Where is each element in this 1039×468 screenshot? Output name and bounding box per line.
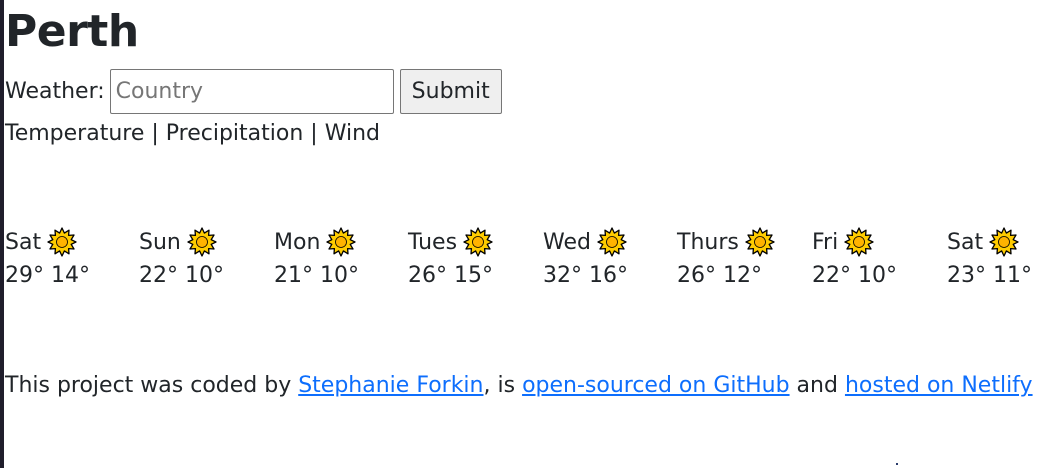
forecast-day: Mon 21° 10°	[274, 226, 404, 292]
submit-button[interactable]: Submit	[399, 69, 502, 114]
units-separator: |	[303, 121, 325, 146]
forecast-day: Sat 29° 14°	[5, 226, 135, 292]
sun-icon	[326, 227, 357, 257]
forecast-min-temp: 15°	[454, 263, 493, 288]
forecast-day: Sun 22° 10°	[139, 226, 269, 292]
footer-prefix: This project was coded by	[5, 373, 299, 398]
forecast-day-label: Sun	[139, 229, 181, 255]
forecast-max-temp: 21°	[274, 263, 313, 288]
forecast-day: Wed 32° 16°	[543, 226, 673, 292]
footer-text: and	[789, 373, 845, 398]
footer-credit: This project was coded by Stephanie Fork…	[5, 370, 1033, 402]
sun-icon	[844, 227, 874, 257]
netlify-link[interactable]: hosted on Netlify	[845, 373, 1033, 398]
forecast-min-temp: 11°	[993, 263, 1032, 288]
sun-icon	[989, 227, 1019, 257]
forecast-day: Thurs 26° 12°	[677, 226, 807, 292]
footer-text: , is	[483, 373, 523, 398]
forecast-max-temp: 29°	[5, 263, 44, 288]
units-nav: Temperature | Precipitation | Wind	[5, 118, 380, 150]
window-left-edge	[0, 0, 4, 468]
sun-icon	[745, 227, 775, 257]
forecast-day-label: Fri	[812, 229, 839, 255]
forecast-day-label: Sat	[947, 229, 984, 255]
github-link[interactable]: open-sourced on GitHub	[522, 373, 790, 398]
units-precipitation[interactable]: Precipitation	[166, 121, 304, 146]
forecast-day: Fri 22° 10°	[812, 226, 942, 292]
forecast-min-temp: 14°	[51, 263, 90, 288]
forecast-max-temp: 26°	[408, 263, 447, 288]
units-wind[interactable]: Wind	[325, 121, 380, 146]
search-form: Weather: Submit	[5, 69, 502, 114]
forecast-max-temp: 32°	[543, 263, 582, 288]
forecast-day-label: Wed	[543, 229, 591, 255]
forecast-min-temp: 16°	[589, 263, 628, 288]
forecast-min-temp: 10°	[185, 263, 224, 288]
sun-icon	[47, 227, 77, 257]
forecast-day-label: Sat	[5, 229, 42, 255]
author-link[interactable]: Stephanie Forkin	[298, 373, 483, 398]
forecast-max-temp: 22°	[139, 263, 178, 288]
forecast-min-temp: 10°	[320, 263, 359, 288]
sun-icon	[187, 227, 217, 257]
country-search-input[interactable]	[109, 69, 394, 114]
forecast-min-temp: 10°	[858, 263, 897, 288]
forecast-row: Sat 29° 14° Sun 22° 10° Mon 21° 10° Tues…	[5, 226, 1035, 306]
forecast-day-label: Tues	[408, 229, 458, 255]
forecast-min-temp: 12°	[723, 263, 762, 288]
sun-icon	[463, 227, 493, 257]
forecast-day-label: Thurs	[677, 229, 739, 255]
city-title: Perth	[5, 6, 139, 57]
stray-dot	[896, 463, 898, 465]
forecast-day: Sat 23° 11°	[947, 226, 1039, 292]
units-temperature[interactable]: Temperature	[5, 121, 144, 146]
sun-icon	[597, 227, 627, 257]
search-label: Weather:	[5, 79, 105, 104]
forecast-day: Tues 26° 15°	[408, 226, 538, 292]
forecast-max-temp: 23°	[947, 263, 986, 288]
forecast-day-label: Mon	[274, 229, 321, 255]
units-separator: |	[144, 121, 166, 146]
forecast-max-temp: 26°	[677, 263, 716, 288]
forecast-max-temp: 22°	[812, 263, 851, 288]
